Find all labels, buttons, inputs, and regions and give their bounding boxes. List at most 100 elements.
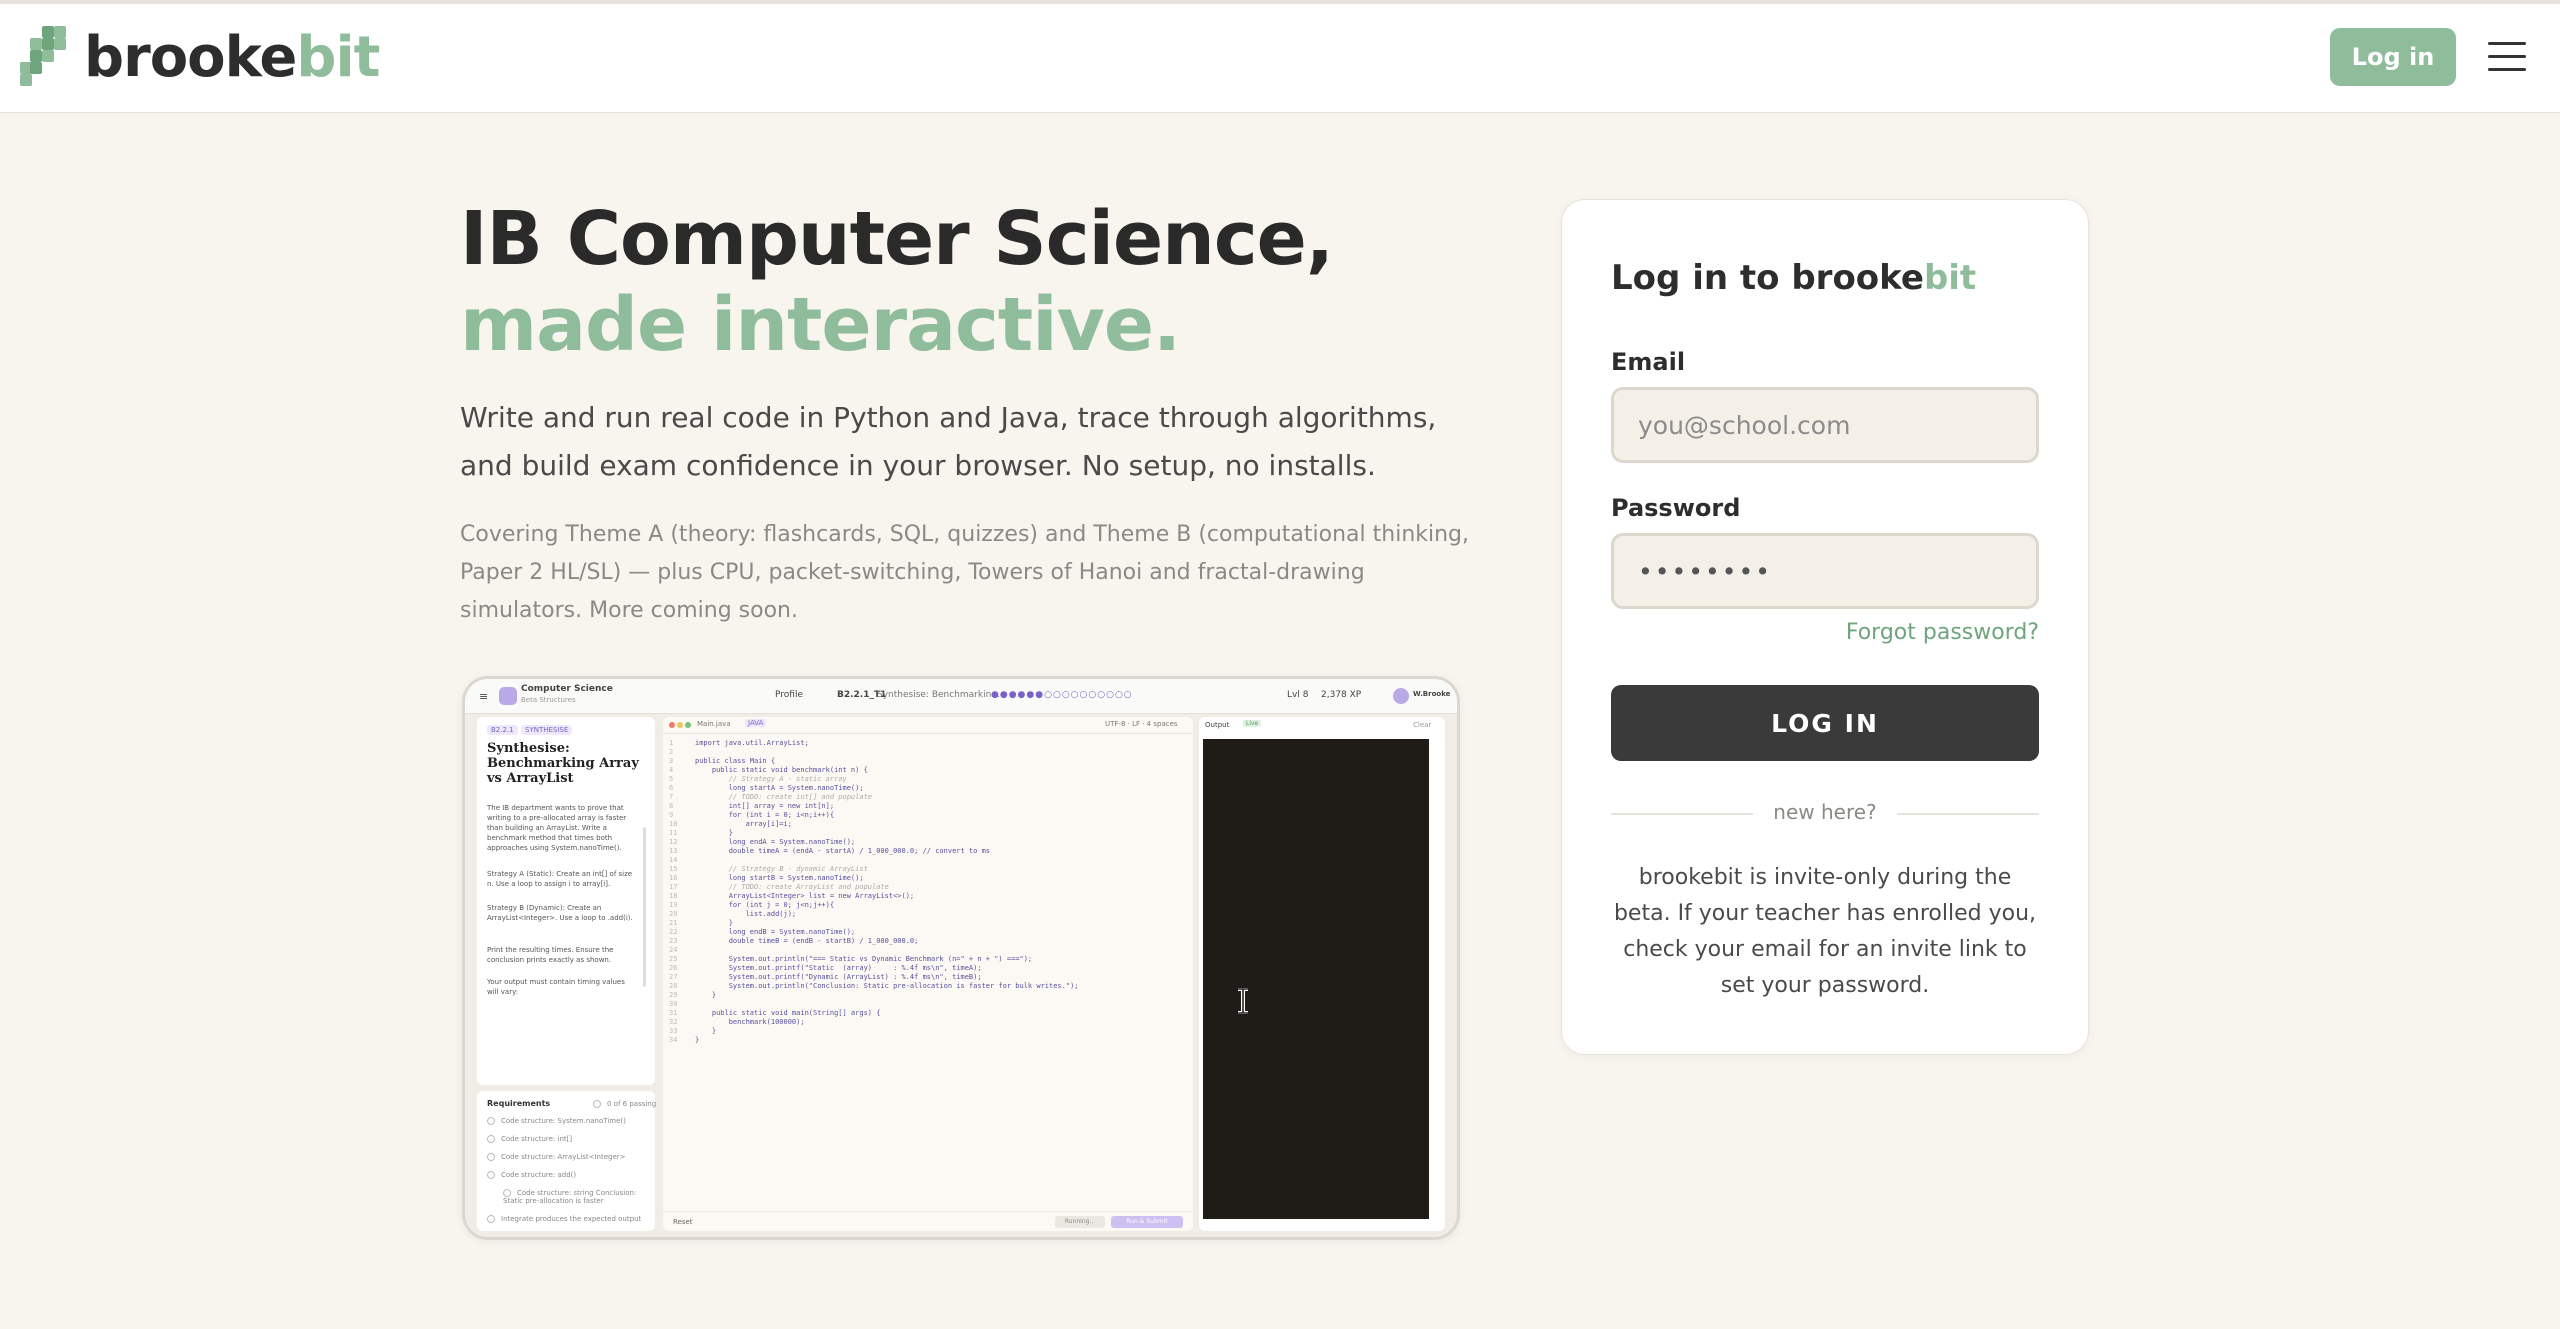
preview-scrollbar xyxy=(643,827,646,987)
preview-code-editor: Main.java JAVA UTF-8 · LF · 4 spaces 1 im… xyxy=(663,717,1193,1231)
hero-title-line-1: IB Computer Science, xyxy=(460,196,1334,282)
preview-run-button: Run & Submit xyxy=(1111,1216,1183,1228)
code-line: 12 long endA = System.nanoTime(); xyxy=(669,838,856,846)
preview-requirements-count: 0 of 6 passing xyxy=(593,1100,656,1108)
login-title-part-2: bit xyxy=(1923,258,1977,298)
preview-reset-button: Reset xyxy=(673,1218,693,1226)
preview-output-status: Live xyxy=(1243,720,1262,727)
email-label: Email xyxy=(1611,348,1686,376)
preview-editor-file: Main.java xyxy=(697,720,731,728)
code-line: 31 public static void main(String[] args… xyxy=(669,1009,881,1017)
preview-requirements-title: Requirements xyxy=(487,1099,551,1108)
code-line: 10 array[i]=i; xyxy=(669,820,792,828)
code-line: 4 public static void benchmark(int n) { xyxy=(669,766,868,774)
logo-mark-icon xyxy=(20,22,78,94)
code-line: 17 // TODO: create ArrayList and populat… xyxy=(669,883,889,891)
preview-topbar: ≡ Computer Science Beta Structures Profi… xyxy=(465,679,1457,714)
hero-description: Write and run real code in Python and Ja… xyxy=(460,401,1437,482)
brand-wordmark: brookebit xyxy=(84,30,380,86)
code-line: 11 } xyxy=(669,829,733,837)
preview-task-title: Synthesise: Benchmarking Array vs ArrayL… xyxy=(487,741,639,786)
preview-task-text-3: Strategy B (Dynamic): Create an ArrayLis… xyxy=(487,904,633,922)
code-line: 16 long startB = System.nanoTime(); xyxy=(669,874,864,882)
divider-text: new here? xyxy=(1773,800,1877,824)
preview-task-text-5: Your output must contain timing values w… xyxy=(487,978,625,996)
preview-output-clear: Clear xyxy=(1413,721,1432,729)
code-line: 3 public class Main { xyxy=(669,757,776,765)
preview-progress-dots: ●●●●●●○○○○○○○○○○ xyxy=(991,690,1133,700)
code-line: 6 long startA = System.nanoTime(); xyxy=(669,784,864,792)
header-login-button[interactable]: Log in xyxy=(2330,28,2456,86)
preview-tag-type: SYNTHESISE xyxy=(521,725,573,735)
email-input[interactable] xyxy=(1611,387,2039,463)
code-line: 23 double timeB = (endB - startB) / 1_00… xyxy=(669,937,919,945)
code-line: 27 System.out.printf("Dynamic (ArrayList… xyxy=(669,973,982,981)
preview-course-sub: Beta Structures xyxy=(521,696,576,704)
preview-editor-position: UTF-8 · LF · 4 spaces xyxy=(1105,720,1178,728)
preview-terminal xyxy=(1203,739,1429,1219)
login-title: Log in to brookebit xyxy=(1611,258,1976,298)
login-submit-button[interactable]: LOG IN xyxy=(1611,685,2039,761)
brand-name-part-2: bit xyxy=(296,25,380,90)
hero-subtext: Covering Theme A (theory: flashcards, SQ… xyxy=(460,522,1470,623)
login-title-part-1: Log in to brooke xyxy=(1611,258,1924,298)
preview-avatar xyxy=(1393,688,1409,704)
preview-xp: 2,378 XP xyxy=(1321,690,1362,700)
app-preview-screenshot: ≡ Computer Science Beta Structures Profi… xyxy=(462,676,1460,1240)
code-line: 9 for (int i = 0; i<n;i++){ xyxy=(669,811,835,819)
brand-name-part-1: brooke xyxy=(84,25,297,90)
preview-menu-icon: ≡ xyxy=(479,690,489,703)
preview-requirements-panel: Requirements 0 of 6 passing Code structu… xyxy=(477,1091,656,1231)
code-line: 14 xyxy=(669,856,678,864)
menu-icon[interactable] xyxy=(2488,42,2526,74)
code-line: 15 // Strategy B - dynamic ArrayList xyxy=(669,865,868,873)
site-header: brookebit Log in xyxy=(0,4,2560,113)
preview-output-label: Output xyxy=(1205,721,1230,729)
preview-requirement: Code structure: ArrayList<Integer> xyxy=(487,1153,626,1161)
preview-task-panel: B2.2.1 SYNTHESISE Synthesise: Benchmarki… xyxy=(477,717,655,1085)
preview-task-text-1: The IB department wants to prove that wr… xyxy=(487,804,627,852)
code-line: 7 // TODO: create int[] and populate xyxy=(669,793,873,801)
code-line: 26 System.out.printf("Static (array) : %… xyxy=(669,964,982,972)
code-line: 33 } xyxy=(669,1027,717,1035)
code-line: 34} xyxy=(669,1036,700,1044)
code-line: 2 xyxy=(669,748,674,756)
code-line: 13 double timeA = (endA - startA) / 1_00… xyxy=(669,847,991,855)
preview-lesson-name: Synthesise: Benchmarkin... xyxy=(877,690,1000,700)
code-line: 22 long endB = System.nanoTime(); xyxy=(669,928,856,936)
forgot-password-link[interactable]: Forgot password? xyxy=(1798,620,2039,645)
brand-logo[interactable]: brookebit xyxy=(20,18,380,98)
code-line: 25 System.out.println("=== Static vs Dyn… xyxy=(669,955,1033,963)
preview-editor-footer: Reset Running... Run & Submit xyxy=(663,1211,1193,1232)
code-line: 24 xyxy=(669,946,678,954)
preview-tab-profile: Profile xyxy=(775,690,803,700)
code-line: 20 list.add(j); xyxy=(669,910,797,918)
preview-tag-code: B2.2.1 xyxy=(487,725,518,735)
code-line: 32 benchmark(100000); xyxy=(669,1018,805,1026)
code-line: 19 for (int j = 0; j<n;j++){ xyxy=(669,901,835,909)
code-line: 21 } xyxy=(669,919,733,927)
password-input[interactable] xyxy=(1611,533,2039,609)
preview-course-icon xyxy=(499,687,517,705)
invite-info-text: brookebit is invite-only during the beta… xyxy=(1613,865,2037,998)
hero-title: IB Computer Science, made interactive. xyxy=(460,196,1334,368)
preview-user: W.Brooke xyxy=(1413,690,1451,698)
preview-task-text-4: Print the resulting times. Ensure the co… xyxy=(487,946,614,964)
preview-requirement: Code structure: System.nanoTime() xyxy=(487,1117,626,1125)
code-line: 8 int[] array = new int[n]; xyxy=(669,802,835,810)
preview-editor-lang: JAVA xyxy=(745,719,767,727)
preview-level: Lvl 8 xyxy=(1287,690,1309,700)
preview-requirement: Integrate produces the expected output xyxy=(487,1215,641,1223)
preview-requirement: Code structure: int[] xyxy=(487,1135,572,1143)
text-cursor-icon xyxy=(1238,988,1248,1014)
code-line: 30 xyxy=(669,1000,678,1008)
code-line: 1 import java.util.ArrayList; xyxy=(669,739,809,747)
code-line: 18 ArrayList<Integer> list = new ArrayLi… xyxy=(669,892,915,900)
preview-code: 1 import java.util.ArrayList; 2 3 public cla… xyxy=(669,739,1189,1045)
hero-title-line-2: made interactive. xyxy=(460,282,1181,368)
code-line: 5 // Strategy A - static array xyxy=(669,775,847,783)
new-here-divider: new here? xyxy=(1611,800,2039,828)
preview-course-name: Computer Science xyxy=(521,684,613,694)
code-line: 28 System.out.println("Conclusion: Stati… xyxy=(669,982,1079,990)
preview-requirement: Code structure: string Conclusion: Stati… xyxy=(503,1189,653,1205)
